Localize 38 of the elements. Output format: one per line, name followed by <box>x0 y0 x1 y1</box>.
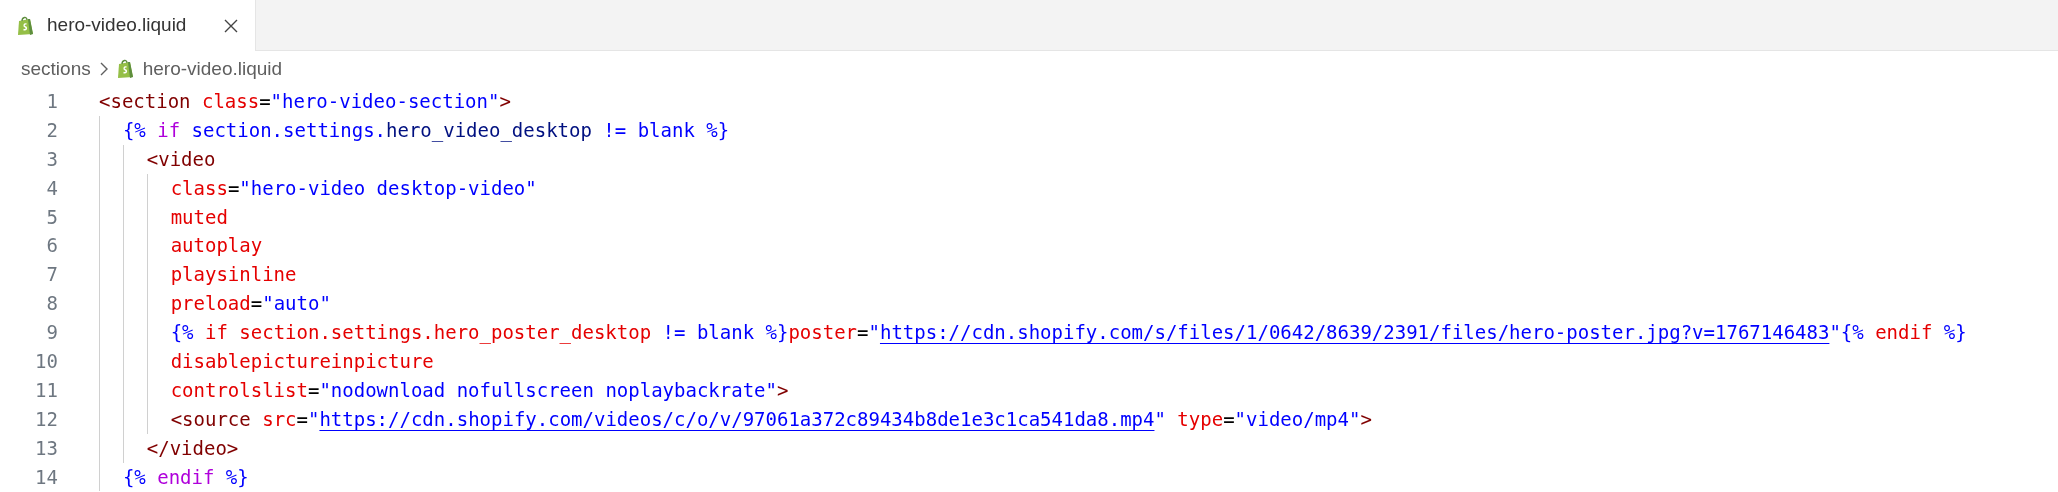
code-line: <source src="https://cdn.shopify.com/videos/c/o/v/97061a372c89434b8de1e3c1ca541da8.mp4" type="video/mp4"> <box>99 404 1372 434</box>
tab-label: hero-video.liquid <box>47 13 187 38</box>
code-line: muted <box>99 202 228 232</box>
code-line: playsinline <box>99 260 297 290</box>
line-number: 1 <box>45 89 58 114</box>
code-line: </video> <box>99 433 239 463</box>
chevron-right-icon <box>98 61 109 77</box>
code-line: <section class="hero-video-section"> <box>99 89 511 114</box>
line-number: 6 <box>45 233 58 259</box>
line-number: 3 <box>45 146 58 172</box>
line-number: 9 <box>45 320 58 346</box>
close-icon[interactable] <box>223 17 239 34</box>
code-line: {% endif %} <box>99 462 249 492</box>
line-number: 13 <box>34 435 58 461</box>
shopify-bag-icon <box>116 59 135 79</box>
line-number: 11 <box>34 377 58 403</box>
shopify-bag-icon <box>17 15 35 36</box>
code-line: disablepictureinpicture <box>99 347 434 376</box>
code-line: <video <box>99 144 216 174</box>
line-number: 8 <box>45 291 58 317</box>
line-number: 10 <box>34 349 58 374</box>
code-line: preload="auto" <box>99 289 331 319</box>
line-number: 5 <box>45 204 58 230</box>
line-number: 2 <box>45 117 58 143</box>
code-line: autoplay <box>99 231 263 261</box>
code-line: {% if section.settings.hero_video_desktop != blank %} <box>99 115 730 145</box>
breadcrumb-item[interactable]: sections <box>21 54 91 84</box>
code-line: {% if section.settings.hero_poster_desktop != blank %}poster="https://cdn.shopify.com/s/files/1/0642/8639/2391/files/hero-poster.jpg?v=1767146483"{% endif %} <box>99 318 1967 348</box>
editor-tab[interactable]: hero-video.liquid <box>0 0 256 51</box>
line-number: 7 <box>45 262 58 288</box>
line-number: 4 <box>45 175 58 201</box>
breadcrumb-item[interactable]: hero-video.liquid <box>142 54 283 84</box>
url-link[interactable]: https://cdn.shopify.com/videos/c/o/v/97061a372c89434b8de1e3c1ca541da8.mp4 <box>319 407 1155 430</box>
code-line: controlslist="nodownload nofullscreen noplaybackrate"> <box>99 375 789 405</box>
line-number: 14 <box>34 464 58 490</box>
url-link[interactable]: https://cdn.shopify.com/s/files/1/0642/8639/2391/files/hero-poster.jpg?v=1767146483 <box>879 321 1830 344</box>
code-line: class="hero-video desktop-video" <box>99 173 537 203</box>
line-number: 12 <box>34 406 58 432</box>
